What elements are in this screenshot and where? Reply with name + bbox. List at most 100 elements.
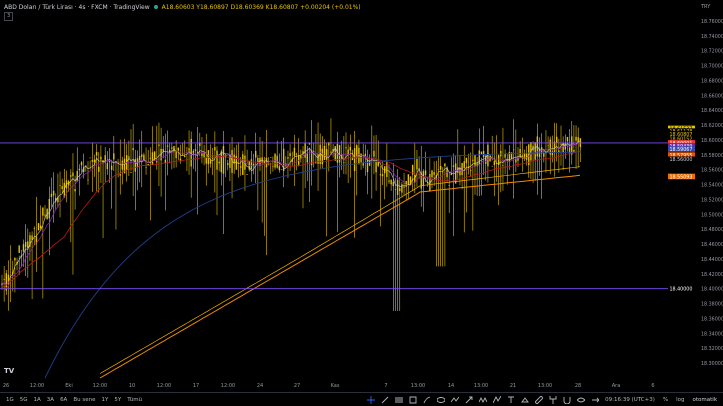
fib-icon[interactable] [394, 396, 403, 405]
candle-body [502, 165, 504, 166]
candle-body [134, 159, 136, 172]
pitchfork-icon[interactable] [548, 396, 557, 405]
candle-body [233, 154, 235, 164]
candle-body [345, 147, 347, 149]
timeframe-bu-sene[interactable]: Bu sene [73, 397, 95, 403]
indicators-toggle[interactable]: 3 [4, 12, 14, 21]
line-icon[interactable] [380, 396, 389, 405]
candle-body [141, 154, 143, 157]
magnet-icon[interactable] [562, 396, 571, 405]
y-tick-label: 18.34000 [701, 331, 723, 337]
chart-header: ABD Doları / Türk Lirası · 4s · FXCM · T… [4, 2, 361, 12]
clock[interactable]: 09:16:39 (UTC+3) [605, 397, 655, 403]
candle-body [375, 161, 377, 173]
x-tick-label: 27 [294, 383, 300, 389]
ray-icon[interactable] [590, 396, 599, 405]
candle-body [214, 147, 216, 151]
candle-body [177, 147, 179, 151]
candle-body [110, 165, 113, 170]
candle-body [239, 166, 242, 168]
candle-body [489, 156, 491, 162]
y-tick-label: 18.36000 [701, 316, 723, 322]
candle-body [463, 161, 465, 169]
measure-icon[interactable] [520, 396, 529, 405]
timeframe-6a[interactable]: 6A [60, 397, 67, 403]
candle-body [162, 149, 164, 152]
x-tick-label: 13:00 [538, 383, 552, 389]
symbol-title[interactable]: ABD Doları / Türk Lirası · 4s · FXCM · T… [4, 4, 150, 11]
candle-body [179, 158, 182, 161]
candle-body [209, 160, 212, 164]
timeframe-1g[interactable]: 1G [6, 397, 14, 403]
y-tick-label: 18.62000 [701, 123, 723, 129]
candle-body [478, 150, 480, 166]
candle-body [194, 149, 197, 152]
y-tick-label: 18.56000 [701, 168, 723, 174]
y-tick-label: 18.74000 [701, 34, 723, 40]
candle-body [448, 185, 450, 186]
x-tick-label: Kas [331, 383, 340, 389]
eye-icon[interactable] [576, 396, 585, 405]
drawing-tools [366, 393, 599, 406]
x-tick-label: 12:00 [30, 383, 44, 389]
price-label-text: 18.59067 [670, 147, 693, 153]
log-scale-toggle[interactable]: log [676, 397, 684, 403]
candle-body [444, 163, 446, 167]
candle-body [257, 157, 259, 163]
timeframe-1a[interactable]: 1A [34, 397, 41, 403]
timeframe-1y[interactable]: 1Y [101, 397, 108, 403]
x-tick-label: 12:00 [93, 383, 107, 389]
candle-body [474, 154, 476, 167]
candle-body [396, 179, 399, 195]
rect-icon[interactable] [408, 396, 417, 405]
x-tick-label: Eki [65, 383, 72, 389]
ellipse-icon[interactable] [436, 396, 445, 405]
timeframe-5y[interactable]: 5Y [114, 397, 121, 403]
candle-body [452, 165, 455, 167]
percent-scale-toggle[interactable]: % [663, 397, 668, 403]
brush-icon[interactable] [422, 396, 431, 405]
market-status-icon [153, 5, 158, 9]
candle-body [203, 153, 205, 158]
candle-body [351, 158, 354, 161]
candle-body [166, 145, 169, 147]
arrow-icon[interactable] [464, 396, 473, 405]
candle-body [304, 143, 306, 158]
candle-body [493, 161, 496, 165]
auto-scale-toggle[interactable]: otomatik [693, 397, 717, 403]
path-icon[interactable] [450, 396, 459, 405]
candle-body [184, 155, 186, 157]
candle-body [205, 157, 207, 164]
crosshair-icon[interactable] [366, 396, 375, 405]
price-chart[interactable]: TRY 18.76000 18.74000 18.72000 18.70000 18.68… [0, 0, 723, 406]
pattern-icon[interactable] [492, 396, 501, 405]
candle-body [24, 242, 27, 248]
timeframe-tümü[interactable]: Tümü [127, 397, 142, 403]
candle-body [513, 149, 515, 151]
candle-body [317, 154, 319, 164]
x-tick-label: 13:00 [474, 383, 488, 389]
timeframe-5g[interactable]: 5G [20, 397, 28, 403]
candle-body [61, 186, 63, 190]
candle-body [151, 152, 154, 166]
y-tick-label: 18.76000 [701, 19, 723, 25]
candle-body [278, 166, 281, 171]
candle-body [280, 169, 283, 170]
candle-body [313, 150, 315, 152]
candle-body [27, 241, 29, 249]
text-icon[interactable] [506, 396, 515, 405]
candle-body [491, 165, 493, 167]
ruler-icon[interactable] [534, 396, 543, 405]
candle-body [330, 151, 332, 153]
candle-body [145, 166, 147, 168]
timeframe-3a[interactable]: 3A [47, 397, 54, 403]
x-tick-label: 21 [510, 383, 516, 389]
y-tick-label: 18.46000 [701, 242, 723, 248]
zigzag-icon[interactable] [478, 396, 487, 405]
candle-body [220, 151, 222, 173]
candle-body [218, 161, 220, 164]
candle-body [74, 189, 76, 192]
y-tick-label: 18.64000 [701, 108, 723, 114]
y-tick-label: 18.68000 [701, 78, 723, 84]
candle-body [216, 150, 218, 170]
